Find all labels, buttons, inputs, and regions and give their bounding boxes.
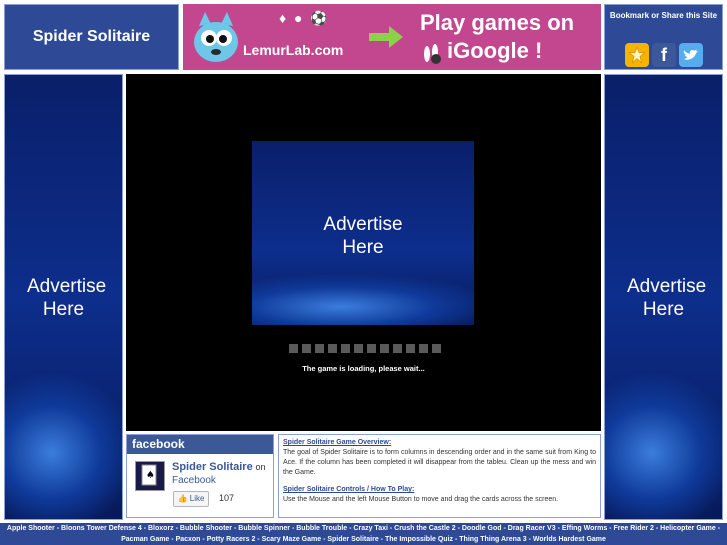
game-description: Spider Solitaire Game Overview: The goal… [278,434,601,518]
svg-text:♠: ♠ [146,470,155,481]
lemurlab-banner[interactable]: ♦ ● ⚽ LemurLab.com Play games on iGoogle… [183,4,601,70]
footer-game-link[interactable]: Pacxon [176,536,201,543]
footer-game-link[interactable]: Crush the Castle 2 [394,525,455,532]
lemur-mascot-icon [194,12,238,62]
loading-block [393,344,402,353]
bowling-icon [424,44,441,64]
footer-game-link[interactable]: Bubble Shooter [180,525,232,532]
footer-game-link[interactable]: Pacman Game [121,536,169,543]
left-ad[interactable]: Advertise Here [4,74,123,520]
right-ad-text: Advertise Here [627,276,707,320]
share-label: Bookmark or Share this Site [609,11,718,20]
facebook-icon[interactable]: f [652,43,676,67]
like-label: Like [189,494,205,503]
site-title[interactable]: Spider Solitaire [33,28,150,46]
footer-game-link[interactable]: Effing Worms [562,525,607,532]
footer-game-link[interactable]: Potty Racers 2 [207,536,256,543]
footer-game-link[interactable]: Free Rider 2 [613,525,653,532]
facebook-page-name[interactable]: Spider Solitaire [172,461,253,473]
game-icons: ♦ ● ⚽ [279,10,330,26]
loading-block [380,344,389,353]
footer-game-link[interactable]: The Impossible Quiz [385,536,453,543]
loading-block [315,344,324,353]
footer-game-link[interactable]: Doodle God [462,525,502,532]
loading-block [406,344,415,353]
left-ad-text: Advertise Here [27,276,107,320]
facebook-page-link[interactable]: Spider Solitaire on Facebook [172,461,272,487]
facebook-box: facebook ♠ Spider Solitaire on Facebook … [126,434,274,518]
footer-game-link[interactable]: Scary Maze Game [262,536,322,543]
loading-block [367,344,376,353]
footer-game-link[interactable]: Worlds Hardest Game [533,536,606,543]
footer-separator: - [715,525,721,532]
thumbs-up-icon: 👍 [177,494,188,503]
loading-block [419,344,428,353]
center-ad-text: Advertise Here [323,214,403,258]
facebook-platform-link[interactable]: Facebook [172,475,216,486]
footer-game-link[interactable]: Helicopter Game [660,525,716,532]
footer-game-link[interactable]: Drag Racer V3 [508,525,556,532]
overview-text: The goal of Spider Solitaire is to form … [283,449,596,476]
footer-game-link[interactable]: Thing Thing Arena 3 [459,536,526,543]
footer-game-link[interactable]: Bloons Tower Defense 4 [61,525,142,532]
game-area[interactable]: Advertise Here The game is loading, plea… [126,74,601,431]
loading-text: The game is loading, please wait... [302,364,425,373]
on-label: on [255,462,266,472]
overview-heading[interactable]: Spider Solitaire Game Overview: [283,438,596,448]
right-ad[interactable]: Advertise Here [604,74,723,520]
banner-headline-1: Play games on [420,10,575,35]
footer-game-link[interactable]: Bubble Trouble [296,525,347,532]
loading-block [328,344,337,353]
site-title-box[interactable]: Spider Solitaire [4,4,179,70]
star-icon[interactable] [625,43,649,67]
loading-block [302,344,311,353]
facebook-header: facebook [127,435,273,454]
footer-game-link[interactable]: Crazy Taxi [353,525,388,532]
controls-text: Use the Mouse and the left Mouse Button … [283,496,559,503]
page-thumbnail[interactable]: ♠ [135,461,165,491]
banner-brand: LemurLab.com [243,42,344,58]
footer-game-link[interactable]: Bloxorz [148,525,174,532]
twitter-icon[interactable] [679,43,703,67]
like-button[interactable]: 👍 Like [173,491,209,507]
footer-game-link[interactable]: Apple Shooter [7,525,55,532]
loading-block [341,344,350,353]
loading-bar [289,344,441,353]
footer-game-link[interactable]: Spider Solitaire [327,536,378,543]
footer-game-link[interactable]: Bubble Spinner [238,525,290,532]
loading-block [354,344,363,353]
banner-headline-2: iGoogle ! [447,38,543,63]
loading-block [289,344,298,353]
loading-block [432,344,441,353]
controls-heading[interactable]: Spider Solitaire Controls / How To Play: [283,485,596,495]
share-box: Bookmark or Share this Site f [604,4,723,70]
center-ad[interactable]: Advertise Here [252,141,474,325]
footer-game-links: Apple Shooter - Bloons Tower Defense 4 -… [0,523,727,545]
like-count: 107 [219,493,235,503]
arrow-right-icon [369,26,403,48]
